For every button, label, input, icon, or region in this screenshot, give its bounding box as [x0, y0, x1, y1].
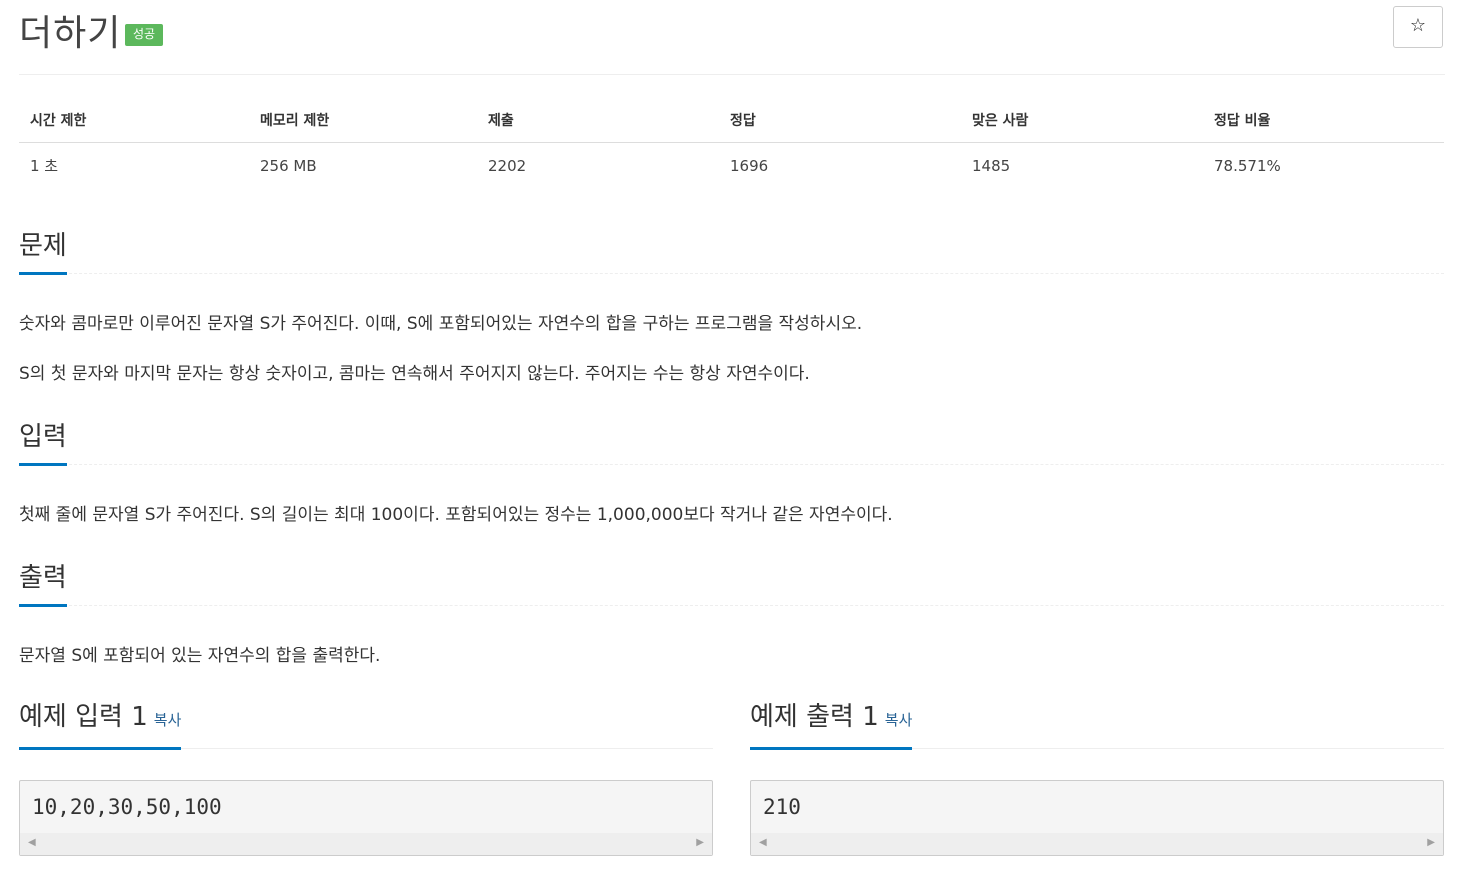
stats-memory-limit: 256 MB — [260, 156, 317, 175]
status-badge: 성공 — [125, 24, 164, 47]
stats-accept-ratio: 78.571% — [1214, 156, 1281, 175]
problem-title: 더하기 — [19, 13, 122, 54]
description-paragraph: S의 첫 문자와 마지막 문자는 항상 숫자이고, 콤마는 연속해서 주어지지 … — [19, 364, 810, 384]
problem-description-section: 문제 숫자와 콤마로만 이루어진 문자열 S가 주어진다. 이때, S에 포함되… — [19, 230, 1444, 387]
section-header: 문제 — [19, 230, 1444, 275]
favorite-button[interactable]: ☆ — [1393, 6, 1443, 48]
stats-header-solved-users: 맞은 사람 — [961, 98, 1203, 143]
input-body: 첫째 줄에 문자열 S가 주어진다. S의 길이는 최대 100이다. 포함되어… — [19, 465, 1444, 528]
copy-sample-input-link[interactable]: 복사 — [154, 711, 182, 729]
scroll-left-icon[interactable]: ◀ — [759, 837, 767, 848]
problem-header: 더하기 성공 ☆ — [19, 0, 1445, 75]
stats-solved-users: 1485 — [972, 156, 1011, 175]
sample-input-panel: 예제 입력 1 복사 10,20,30,50,100 ◀ ▶ — [19, 700, 713, 856]
problem-stats-table: 시간 제한 메모리 제한 제출 정답 맞은 사람 정답 비율 1 초 256 M… — [19, 98, 1444, 188]
input-paragraph: 첫째 줄에 문자열 S가 주어진다. S의 길이는 최대 100이다. 포함되어… — [19, 505, 893, 525]
sample-output-code: 210 — [763, 795, 801, 819]
sample-input-code: 10,20,30,50,100 — [32, 795, 222, 819]
stats-time-limit: 1 초 — [30, 157, 59, 175]
description-body: 숫자와 콤마로만 이루어진 문자열 S가 주어진다. 이때, S에 포함되어있는… — [19, 274, 1444, 387]
stats-submissions: 2202 — [488, 156, 527, 175]
sample-input-title-text: 예제 입력 1 — [19, 702, 148, 732]
horizontal-scrollbar[interactable]: ◀ ▶ — [751, 833, 1443, 855]
sample-output-title: 예제 출력 1 복사 — [750, 700, 913, 750]
section-header: 입력 — [19, 421, 1444, 466]
stats-accepted: 1696 — [730, 156, 769, 175]
sample-output-title-text: 예제 출력 1 — [750, 702, 879, 732]
stats-header-accept-ratio: 정답 비율 — [1203, 98, 1444, 143]
sample-output-codebox[interactable]: 210 ◀ ▶ — [750, 780, 1444, 856]
output-paragraph: 문자열 S에 포함되어 있는 자연수의 합을 출력한다. — [19, 646, 381, 666]
sample-input-codebox[interactable]: 10,20,30,50,100 ◀ ▶ — [19, 780, 713, 856]
section-title-description: 문제 — [19, 230, 67, 275]
stats-header-row: 시간 제한 메모리 제한 제출 정답 맞은 사람 정답 비율 — [19, 98, 1444, 143]
stats-header-accepted: 정답 — [719, 98, 961, 143]
description-paragraph: 숫자와 콤마로만 이루어진 문자열 S가 주어진다. 이때, S에 포함되어있는… — [19, 314, 863, 334]
star-icon: ☆ — [1409, 15, 1427, 36]
sample-output-header: 예제 출력 1 복사 — [750, 700, 1444, 750]
scroll-left-icon[interactable]: ◀ — [28, 837, 36, 848]
stats-header-memory-limit: 메모리 제한 — [249, 98, 477, 143]
section-title-output: 출력 — [19, 562, 67, 607]
stats-header-time-limit: 시간 제한 — [19, 98, 249, 143]
section-header: 출력 — [19, 562, 1444, 607]
sample-input-title: 예제 입력 1 복사 — [19, 700, 182, 750]
problem-input-section: 입력 첫째 줄에 문자열 S가 주어진다. S의 길이는 최대 100이다. 포… — [19, 421, 1444, 528]
problem-output-section: 출력 문자열 S에 포함되어 있는 자연수의 합을 출력한다. — [19, 562, 1444, 669]
output-body: 문자열 S에 포함되어 있는 자연수의 합을 출력한다. — [19, 606, 1444, 669]
sample-input-header: 예제 입력 1 복사 — [19, 700, 713, 750]
scroll-right-icon[interactable]: ▶ — [1427, 837, 1435, 848]
problem-page: 더하기 성공 ☆ 시간 제한 메모리 제한 제출 정답 맞은 사람 정답 비율 … — [19, 0, 1445, 856]
section-title-input: 입력 — [19, 421, 67, 466]
sample-output-panel: 예제 출력 1 복사 210 ◀ ▶ — [750, 700, 1444, 856]
horizontal-scrollbar[interactable]: ◀ ▶ — [20, 833, 712, 855]
copy-sample-output-link[interactable]: 복사 — [885, 711, 913, 729]
scroll-right-icon[interactable]: ▶ — [696, 837, 704, 848]
stats-value-row: 1 초 256 MB 2202 1696 1485 78.571% — [19, 143, 1444, 189]
stats-header-submissions: 제출 — [477, 98, 719, 143]
